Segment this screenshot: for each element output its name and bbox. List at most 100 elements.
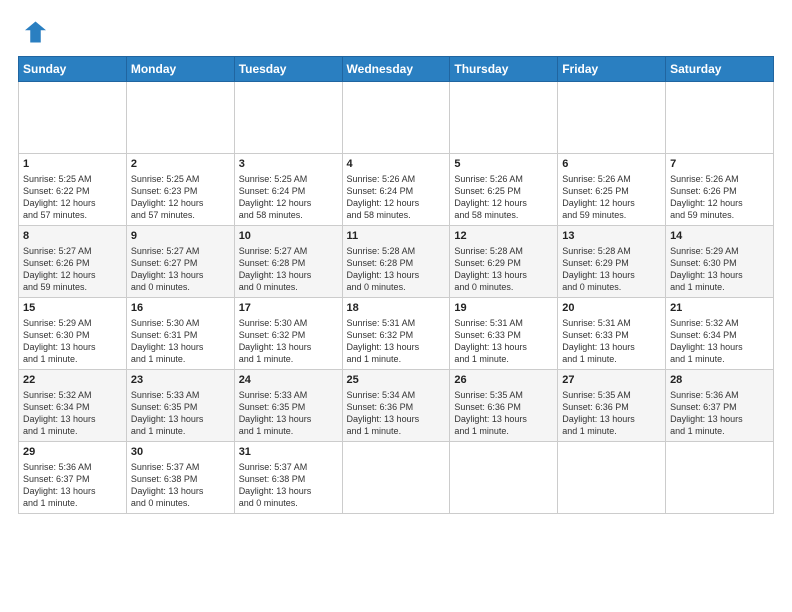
day-info: Sunset: 6:26 PM	[670, 185, 769, 197]
calendar-cell	[234, 82, 342, 154]
day-info: Daylight: 13 hours	[454, 413, 553, 425]
day-number: 5	[454, 157, 553, 172]
day-number: 6	[562, 157, 661, 172]
calendar-cell: 31Sunrise: 5:37 AMSunset: 6:38 PMDayligh…	[234, 442, 342, 514]
column-header-wednesday: Wednesday	[342, 57, 450, 82]
day-info: and 1 minute.	[562, 353, 661, 365]
day-info: Daylight: 13 hours	[23, 485, 122, 497]
calendar-cell	[558, 82, 666, 154]
calendar-cell: 24Sunrise: 5:33 AMSunset: 6:35 PMDayligh…	[234, 370, 342, 442]
day-info: Sunset: 6:30 PM	[670, 257, 769, 269]
day-number: 4	[347, 157, 446, 172]
day-info: and 1 minute.	[23, 353, 122, 365]
day-info: Daylight: 13 hours	[347, 341, 446, 353]
day-info: Sunrise: 5:29 AM	[23, 317, 122, 329]
calendar-cell: 27Sunrise: 5:35 AMSunset: 6:36 PMDayligh…	[558, 370, 666, 442]
day-info: Daylight: 13 hours	[454, 269, 553, 281]
day-info: and 1 minute.	[23, 497, 122, 509]
day-info: Sunrise: 5:27 AM	[23, 245, 122, 257]
day-info: and 58 minutes.	[239, 209, 338, 221]
day-info: Sunset: 6:28 PM	[347, 257, 446, 269]
calendar-cell: 7Sunrise: 5:26 AMSunset: 6:26 PMDaylight…	[666, 154, 774, 226]
day-info: Sunrise: 5:28 AM	[347, 245, 446, 257]
calendar-cell	[450, 442, 558, 514]
day-info: Sunrise: 5:36 AM	[23, 461, 122, 473]
day-info: Daylight: 13 hours	[23, 413, 122, 425]
day-info: and 1 minute.	[23, 425, 122, 437]
day-info: Sunrise: 5:34 AM	[347, 389, 446, 401]
day-info: Sunset: 6:36 PM	[347, 401, 446, 413]
day-info: and 0 minutes.	[454, 281, 553, 293]
page: SundayMondayTuesdayWednesdayThursdayFrid…	[0, 0, 792, 612]
day-number: 11	[347, 229, 446, 244]
day-info: Sunset: 6:28 PM	[239, 257, 338, 269]
day-info: Sunset: 6:24 PM	[239, 185, 338, 197]
day-info: Sunset: 6:38 PM	[131, 473, 230, 485]
day-number: 21	[670, 301, 769, 316]
column-header-sunday: Sunday	[19, 57, 127, 82]
calendar-week-2: 8Sunrise: 5:27 AMSunset: 6:26 PMDaylight…	[19, 226, 774, 298]
logo	[18, 18, 50, 46]
day-number: 24	[239, 373, 338, 388]
day-number: 26	[454, 373, 553, 388]
day-info: Sunrise: 5:25 AM	[131, 173, 230, 185]
day-info: Daylight: 13 hours	[562, 269, 661, 281]
day-info: Daylight: 13 hours	[670, 341, 769, 353]
day-info: Daylight: 12 hours	[562, 197, 661, 209]
header	[18, 18, 774, 46]
calendar-cell	[342, 82, 450, 154]
day-info: Daylight: 13 hours	[454, 341, 553, 353]
column-header-tuesday: Tuesday	[234, 57, 342, 82]
day-info: Sunrise: 5:35 AM	[562, 389, 661, 401]
day-info: Sunset: 6:24 PM	[347, 185, 446, 197]
day-number: 13	[562, 229, 661, 244]
calendar-cell	[342, 442, 450, 514]
day-number: 15	[23, 301, 122, 316]
day-number: 17	[239, 301, 338, 316]
column-header-saturday: Saturday	[666, 57, 774, 82]
day-number: 19	[454, 301, 553, 316]
day-info: and 0 minutes.	[562, 281, 661, 293]
day-info: Sunset: 6:36 PM	[454, 401, 553, 413]
calendar-cell: 14Sunrise: 5:29 AMSunset: 6:30 PMDayligh…	[666, 226, 774, 298]
day-info: and 1 minute.	[454, 425, 553, 437]
day-info: Daylight: 13 hours	[562, 341, 661, 353]
calendar-cell	[666, 82, 774, 154]
day-number: 2	[131, 157, 230, 172]
day-info: Sunrise: 5:28 AM	[454, 245, 553, 257]
day-info: Sunrise: 5:28 AM	[562, 245, 661, 257]
calendar-cell: 3Sunrise: 5:25 AMSunset: 6:24 PMDaylight…	[234, 154, 342, 226]
day-number: 3	[239, 157, 338, 172]
column-header-friday: Friday	[558, 57, 666, 82]
day-info: Sunrise: 5:37 AM	[131, 461, 230, 473]
day-info: Sunset: 6:26 PM	[23, 257, 122, 269]
day-info: Daylight: 13 hours	[239, 341, 338, 353]
day-info: Sunset: 6:35 PM	[131, 401, 230, 413]
calendar-cell: 4Sunrise: 5:26 AMSunset: 6:24 PMDaylight…	[342, 154, 450, 226]
day-info: Daylight: 12 hours	[239, 197, 338, 209]
day-info: Sunset: 6:33 PM	[562, 329, 661, 341]
calendar-cell: 13Sunrise: 5:28 AMSunset: 6:29 PMDayligh…	[558, 226, 666, 298]
day-info: and 59 minutes.	[562, 209, 661, 221]
day-info: Daylight: 13 hours	[131, 413, 230, 425]
day-info: Daylight: 12 hours	[347, 197, 446, 209]
day-info: Sunrise: 5:35 AM	[454, 389, 553, 401]
day-info: Sunset: 6:31 PM	[131, 329, 230, 341]
day-info: Daylight: 13 hours	[239, 485, 338, 497]
day-info: Sunset: 6:30 PM	[23, 329, 122, 341]
calendar-cell: 29Sunrise: 5:36 AMSunset: 6:37 PMDayligh…	[19, 442, 127, 514]
day-info: Sunrise: 5:26 AM	[347, 173, 446, 185]
day-info: Sunset: 6:27 PM	[131, 257, 230, 269]
day-info: Sunrise: 5:32 AM	[670, 317, 769, 329]
day-info: and 57 minutes.	[131, 209, 230, 221]
day-info: Sunset: 6:32 PM	[347, 329, 446, 341]
calendar-week-5: 29Sunrise: 5:36 AMSunset: 6:37 PMDayligh…	[19, 442, 774, 514]
calendar-cell: 1Sunrise: 5:25 AMSunset: 6:22 PMDaylight…	[19, 154, 127, 226]
day-info: Sunrise: 5:26 AM	[562, 173, 661, 185]
day-info: and 0 minutes.	[131, 497, 230, 509]
calendar-week-3: 15Sunrise: 5:29 AMSunset: 6:30 PM Dayligh…	[19, 298, 774, 370]
day-info: Sunrise: 5:26 AM	[670, 173, 769, 185]
day-number: 28	[670, 373, 769, 388]
calendar-week-1: 1Sunrise: 5:25 AMSunset: 6:22 PMDaylight…	[19, 154, 774, 226]
day-number: 10	[239, 229, 338, 244]
